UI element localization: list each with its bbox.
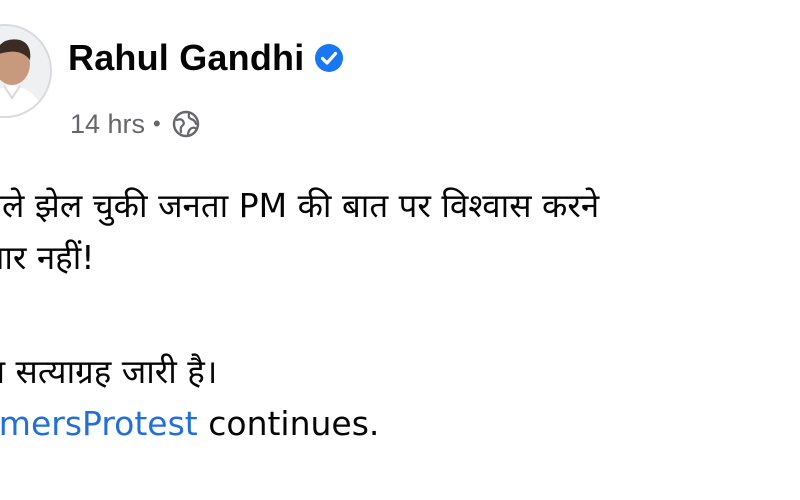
author-name[interactable]: Rahul Gandhi xyxy=(68,38,304,78)
author-avatar[interactable] xyxy=(0,24,52,118)
hashtag-link[interactable]: #FarmersProtest xyxy=(0,404,198,443)
post-timestamp[interactable]: 14 hrs xyxy=(70,108,145,140)
meta-separator: • xyxy=(153,111,161,136)
post-text-line: किसान सत्याग्रह जारी है। xyxy=(0,352,218,391)
post-text-line: के जुमले झेल चुकी जनता PM की बात पर विश्… xyxy=(0,186,600,225)
post-text-line: #FarmersProtest continues. xyxy=(0,398,800,450)
post-text-line: को तैयार नहीं! xyxy=(0,238,95,277)
facebook-post: Rahul Gandhi 14 hrs • के जुमले xyxy=(0,0,800,500)
post-body: के जुमले झेल चुकी जनता PM की बात पर विश्… xyxy=(0,180,800,450)
post-meta: 14 hrs • xyxy=(70,108,201,140)
author-line: Rahul Gandhi xyxy=(68,38,344,78)
post-text-fragment: continues. xyxy=(197,404,380,443)
verified-badge-icon xyxy=(314,43,344,73)
globe-icon[interactable] xyxy=(171,109,201,139)
post-header: Rahul Gandhi 14 hrs • xyxy=(0,18,800,148)
